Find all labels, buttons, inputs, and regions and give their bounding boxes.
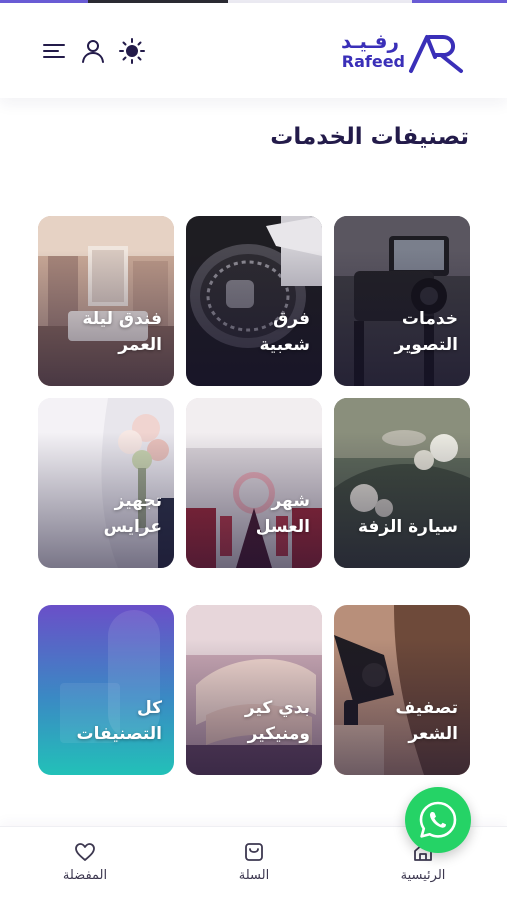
tile-label-line2: التصوير [394, 335, 458, 355]
category-tile-bridal-prep[interactable]: تجهيز عرايس [38, 398, 174, 568]
sun-icon[interactable] [118, 37, 146, 65]
nav-item-cart[interactable]: السلة [204, 841, 304, 891]
tile-label-line1: خدمات [401, 309, 458, 329]
page-title: تصنيفات الخدمات [270, 124, 469, 150]
tile-label-line1: فندق ليلة [82, 309, 162, 329]
shopping-bag-icon [245, 843, 263, 861]
logo-arabic-text: رفـيـد [341, 29, 399, 53]
logo-mark-icon [409, 35, 463, 73]
tile-label-line1: تصفيف [395, 698, 458, 718]
tile-label-line1: فرق [273, 309, 310, 329]
tile-label-line1: كل [136, 698, 162, 718]
nav-label-favorites: المفضلة [62, 868, 108, 883]
user-icon[interactable] [79, 37, 107, 65]
whatsapp-icon [419, 801, 457, 838]
tile-label-line1: شهر [271, 491, 310, 511]
tile-label-line2: التصنيفات [76, 724, 162, 744]
category-tile-all[interactable]: كل التصنيفات [38, 605, 174, 775]
category-tile-folk-bands[interactable]: فرق شعبية [186, 216, 322, 386]
tile-label-line1: سيارة الزفة [357, 517, 458, 537]
tile-label: بدي كير ومنيكير [190, 695, 310, 747]
tile-label-line1: بدي كير [244, 698, 310, 718]
nav-label-cart: السلة [238, 868, 270, 883]
tile-shade [186, 605, 322, 775]
tile-label-line1: تجهيز [114, 491, 162, 511]
menu-icon[interactable] [40, 37, 68, 65]
tile-label: شهر العسل [190, 488, 310, 540]
tile-label: فرق شعبية [190, 306, 310, 358]
tile-label: فندق ليلة العمر [42, 306, 162, 358]
category-tile-body-care[interactable]: بدي كير ومنيكير [186, 605, 322, 775]
tile-label-line2: العمر [118, 335, 162, 355]
tile-label-line2: شعبية [259, 335, 310, 355]
category-tile-hotel[interactable]: فندق ليلة العمر [38, 216, 174, 386]
tile-label: تجهيز عرايس [42, 488, 162, 540]
tile-label-line2: ومنيكير [247, 724, 310, 744]
tile-shade [334, 216, 470, 386]
rafeed-logo[interactable]: رفـيـد Rafeed [337, 29, 467, 77]
tile-label: تصفيف الشعر [338, 695, 458, 747]
nav-label-home: الرئيسية [400, 868, 446, 883]
category-tile-honeymoon[interactable]: شهر العسل [186, 398, 322, 568]
tile-shade [186, 216, 322, 386]
tile-label: سيارة الزفة [338, 514, 458, 540]
logo-english-text: Rafeed [341, 52, 405, 71]
category-tile-wedding-car[interactable]: سيارة الزفة [334, 398, 470, 568]
gradient-background [38, 605, 174, 775]
app-header: رفـيـد Rafeed [0, 3, 507, 98]
tile-shade [38, 398, 174, 568]
tile-shade [334, 398, 470, 568]
category-tile-photography[interactable]: خدمات التصوير [334, 216, 470, 386]
whatsapp-button[interactable] [405, 787, 471, 853]
tile-label-line2: الشعر [408, 724, 458, 744]
heart-icon [75, 843, 95, 861]
nav-item-favorites[interactable]: المفضلة [35, 841, 135, 891]
tile-label-line2: عرايس [103, 517, 162, 537]
category-tile-hair-styling[interactable]: تصفيف الشعر [334, 605, 470, 775]
tile-shade [38, 216, 174, 386]
tile-label: خدمات التصوير [338, 306, 458, 358]
tile-label: كل التصنيفات [42, 695, 162, 747]
tile-shade [186, 398, 322, 568]
tile-label-line2: العسل [255, 517, 310, 537]
tile-shade [334, 605, 470, 775]
